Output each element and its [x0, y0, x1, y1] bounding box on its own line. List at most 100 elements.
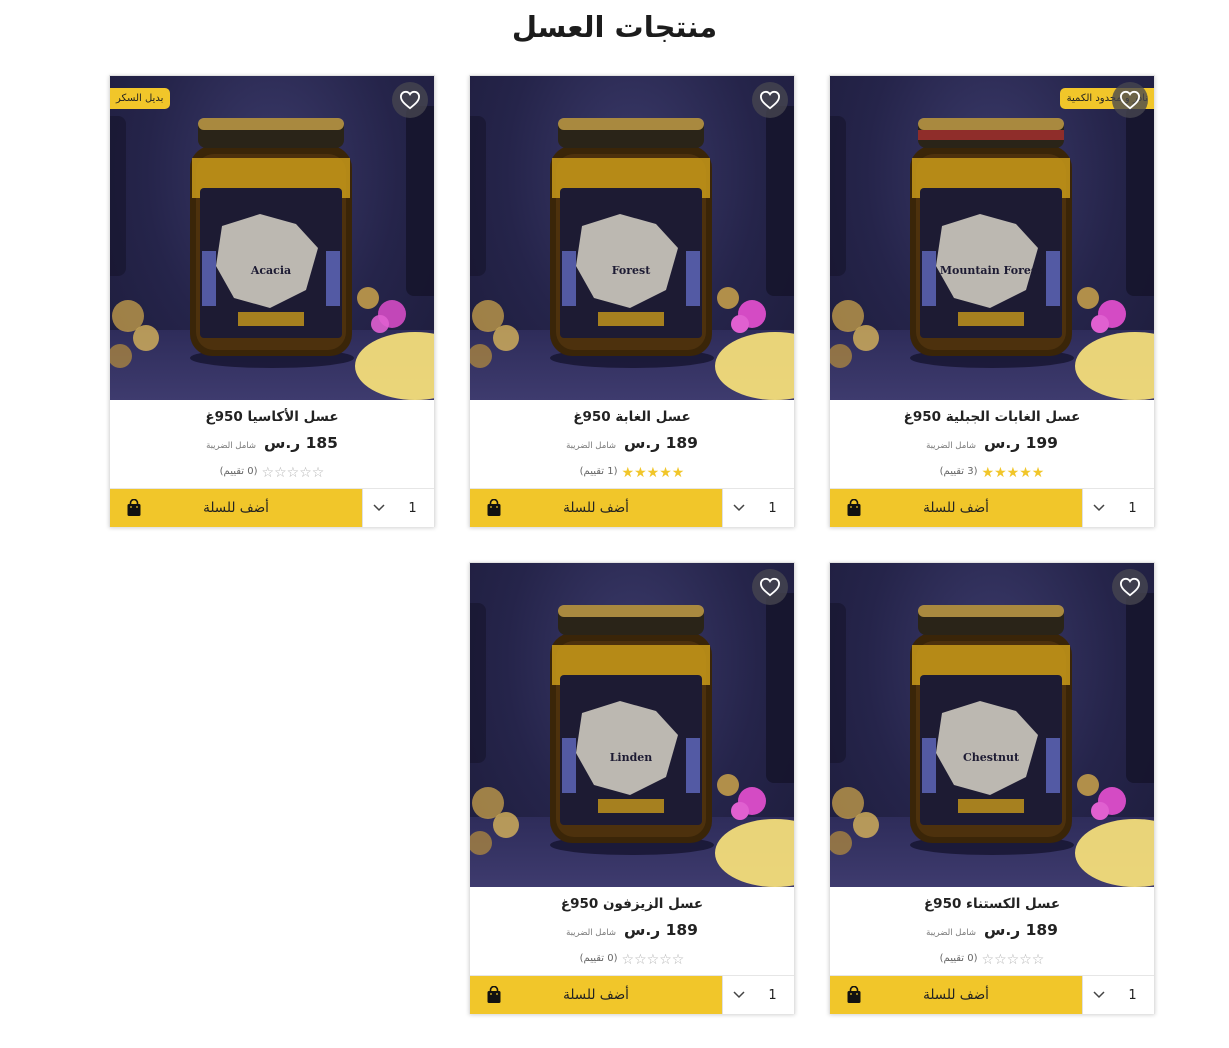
product-name[interactable]: عسل الأكاسيا 950غ — [110, 409, 434, 425]
star-empty-icon: ☆ — [274, 465, 287, 481]
favorite-button[interactable] — [752, 569, 788, 605]
review-count: (1 تقييم) — [579, 466, 618, 477]
quantity-select[interactable]: 1 — [722, 976, 794, 1014]
rating: ☆☆☆☆☆ (0 تقييم) — [110, 462, 434, 481]
tax-note: شامل الضريبة — [926, 441, 976, 451]
shopping-bag-icon — [487, 499, 501, 516]
star-empty-icon: ☆ — [659, 952, 672, 968]
add-to-cart-label: أضف للسلة — [923, 500, 989, 516]
product-price: 185 ر.س — [263, 434, 338, 452]
star-empty-icon: ☆ — [621, 952, 635, 968]
jar-label-text: Linden — [610, 751, 653, 764]
honey-jar-image: Forest — [470, 106, 794, 400]
star-empty-icon: ☆ — [1031, 952, 1045, 968]
add-to-cart-button[interactable]: أضف للسلة — [110, 489, 362, 527]
product-name[interactable]: عسل الغابات الجبلية 950غ — [830, 409, 1154, 425]
star-empty-icon: ☆ — [311, 465, 325, 481]
product-name[interactable]: عسل الغابة 950غ — [470, 409, 794, 425]
review-count: (0 تقييم) — [939, 953, 978, 964]
jar-label-text: Chestnut — [963, 751, 1020, 764]
add-to-cart-label: أضف للسلة — [563, 500, 629, 516]
product-image[interactable]: Forest — [470, 76, 794, 400]
product-price: 199 ر.س — [983, 434, 1058, 452]
jar-label-text: Forest — [612, 264, 652, 277]
product-card-1[interactable]: Mountain Forest نادر و محدود الكمية عسل … — [829, 75, 1155, 527]
star-empty-icon: ☆ — [1006, 952, 1020, 968]
review-count: (3 تقييم) — [939, 466, 978, 477]
product-image[interactable]: Mountain Forest نادر و محدود الكمية — [830, 76, 1154, 400]
tax-note: شامل الضريبة — [566, 928, 616, 938]
product-price: 189 ر.س — [983, 921, 1058, 939]
star-empty-icon: ☆ — [646, 952, 660, 968]
jar-label-text: Mountain Forest — [940, 264, 1043, 277]
shopping-bag-icon — [487, 986, 501, 1003]
favorite-button[interactable] — [392, 82, 428, 118]
add-to-cart-button[interactable]: أضف للسلة — [470, 489, 722, 527]
rating-stars: ★★★★★ — [622, 462, 685, 481]
quantity-select[interactable]: 1 — [722, 489, 794, 527]
product-name[interactable]: عسل الزيزفون 950غ — [470, 896, 794, 912]
star-empty-icon: ☆ — [286, 465, 300, 481]
star-filled-icon: ★ — [994, 465, 1007, 481]
honey-jar-image: Chestnut — [830, 593, 1154, 887]
quantity-select[interactable]: 1 — [1082, 489, 1154, 527]
chevron-down-icon — [1083, 504, 1115, 512]
product-card-5[interactable]: Linden عسل الزيزفون 950غ 189 ر.س شامل ال… — [469, 562, 795, 1014]
rating-stars: ☆☆☆☆☆ — [262, 462, 325, 481]
quantity-value: 1 — [1128, 500, 1137, 516]
add-to-cart-label: أضف للسلة — [923, 987, 989, 1003]
star-filled-icon: ★ — [646, 465, 660, 481]
favorite-button[interactable] — [1112, 82, 1148, 118]
tax-note: شامل الضريبة — [926, 928, 976, 938]
product-card-3[interactable]: Acacia بديل السكر عسل الأكاسيا 950غ 185 … — [109, 75, 435, 527]
star-filled-icon: ★ — [1031, 465, 1045, 481]
star-filled-icon: ★ — [621, 465, 635, 481]
rating-stars: ☆☆☆☆☆ — [982, 949, 1045, 968]
favorite-button[interactable] — [1112, 569, 1148, 605]
rating: ★★★★★ (3 تقييم) — [830, 462, 1154, 481]
favorite-button[interactable] — [752, 82, 788, 118]
product-image[interactable]: Linden — [470, 563, 794, 887]
shopping-bag-icon — [127, 499, 141, 516]
product-image[interactable]: Chestnut — [830, 563, 1154, 887]
product-image[interactable]: Acacia بديل السكر — [110, 76, 434, 400]
shopping-bag-icon — [847, 499, 861, 516]
heart-icon — [1119, 90, 1141, 110]
quantity-value: 1 — [408, 500, 417, 516]
quantity-select[interactable]: 1 — [362, 489, 434, 527]
rating: ☆☆☆☆☆ (0 تقييم) — [830, 949, 1154, 968]
tax-note: شامل الضريبة — [566, 441, 616, 451]
product-price: 189 ر.س — [623, 434, 698, 452]
star-filled-icon: ★ — [981, 465, 995, 481]
chevron-down-icon — [723, 504, 755, 512]
honey-jar-image: Acacia — [110, 106, 434, 400]
product-badge: بديل السكر — [110, 88, 171, 109]
honey-jar-image: Linden — [470, 593, 794, 887]
quantity-value: 1 — [768, 987, 777, 1003]
heart-icon — [759, 90, 781, 110]
star-empty-icon: ☆ — [994, 952, 1007, 968]
star-empty-icon: ☆ — [299, 465, 312, 481]
star-filled-icon: ★ — [1019, 465, 1032, 481]
chevron-down-icon — [363, 504, 395, 512]
quantity-select[interactable]: 1 — [1082, 976, 1154, 1014]
add-to-cart-button[interactable]: أضف للسلة — [830, 489, 1082, 527]
heart-icon — [1119, 577, 1141, 597]
add-to-cart-button[interactable]: أضف للسلة — [830, 976, 1082, 1014]
product-card-2[interactable]: Forest عسل الغابة 950غ 189 ر.س شامل الضر… — [469, 75, 795, 527]
quantity-value: 1 — [768, 500, 777, 516]
product-price: 189 ر.س — [623, 921, 698, 939]
star-empty-icon: ☆ — [671, 952, 685, 968]
quantity-value: 1 — [1128, 987, 1137, 1003]
add-to-cart-label: أضف للسلة — [563, 987, 629, 1003]
tax-note: شامل الضريبة — [206, 441, 256, 451]
page-title: منتجات العسل — [511, 10, 718, 44]
heart-icon — [759, 577, 781, 597]
star-filled-icon: ★ — [1006, 465, 1020, 481]
chevron-down-icon — [723, 991, 755, 999]
product-name[interactable]: عسل الكستناء 950غ — [830, 896, 1154, 912]
star-empty-icon: ☆ — [261, 465, 275, 481]
add-to-cart-button[interactable]: أضف للسلة — [470, 976, 722, 1014]
product-card-4[interactable]: Chestnut عسل الكستناء 950غ 189 ر.س شامل … — [829, 562, 1155, 1014]
chevron-down-icon — [1083, 991, 1115, 999]
